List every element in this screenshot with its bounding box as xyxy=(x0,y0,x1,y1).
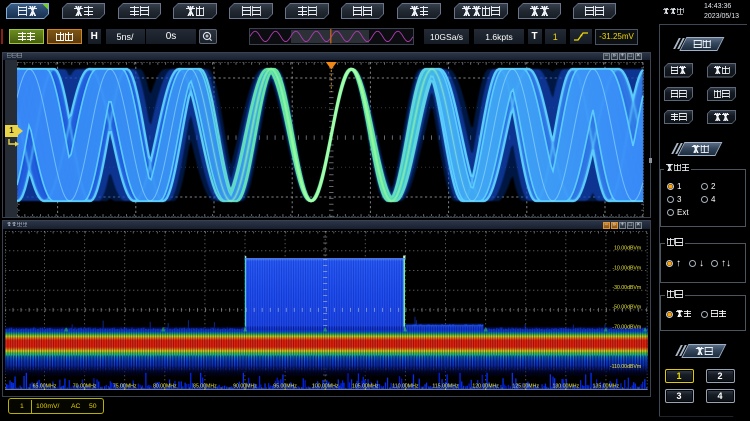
svg-text:-50.00dBVm: -50.00dBVm xyxy=(612,304,641,310)
svg-text:10.00dBVm: 10.00dBVm xyxy=(614,245,641,251)
svg-text:-70.00dBVm: -70.00dBVm xyxy=(612,324,641,330)
svg-text:-30.00dBVm: -30.00dBVm xyxy=(612,285,641,291)
svg-text:-10.00dBVm: -10.00dBVm xyxy=(612,265,641,271)
svg-text:-110.00dBVm: -110.00dBVm xyxy=(610,363,641,369)
